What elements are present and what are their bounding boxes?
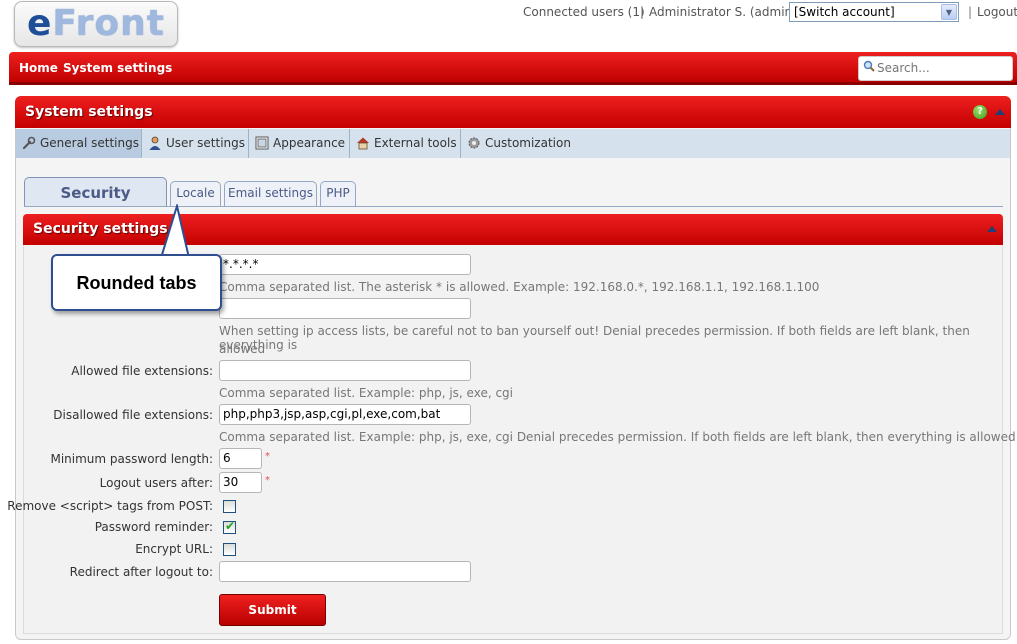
tab-external-tools[interactable]: External tools xyxy=(350,129,461,158)
disallowed-extensions-hint: Comma separated list. Example: php, js, … xyxy=(219,430,1016,444)
search-box[interactable] xyxy=(858,56,1013,81)
allowed-extensions-hint: Comma separated list. Example: php, js, … xyxy=(219,386,513,400)
allowed-ips-input[interactable]: *.*.*.* xyxy=(219,254,471,275)
tab-appearance[interactable]: Appearance xyxy=(249,129,350,158)
encrypt-url-label: Encrypt URL: xyxy=(135,542,213,556)
appearance-icon xyxy=(255,136,269,150)
encrypt-url-checkbox[interactable] xyxy=(223,543,236,556)
disallowed-extensions-input[interactable]: php,php3,jsp,asp,cgi,pl,exe,com,bat xyxy=(219,404,471,425)
remove-script-tags-label: Remove <script> tags from POST: xyxy=(7,499,213,513)
required-marker: * xyxy=(265,451,270,462)
panel-header xyxy=(15,96,1011,128)
section-collapse-icon[interactable] xyxy=(987,226,997,232)
gear-icon xyxy=(468,137,480,149)
redirect-after-logout-label: Redirect after logout to: xyxy=(69,565,213,579)
header-separator: | xyxy=(968,5,973,19)
disallowed-ips-hint: When setting ip access lists, be careful… xyxy=(219,324,970,352)
min-password-length-label: Minimum password length: xyxy=(50,452,213,466)
current-user-link[interactable]: Administrator S. (admin) xyxy=(649,5,797,19)
subtab-email-settings[interactable]: Email settings xyxy=(224,181,317,206)
password-reminder-checkbox[interactable]: ✔ xyxy=(223,519,236,534)
efront-logo[interactable]: eFront xyxy=(14,1,178,47)
subtab-locale[interactable]: Locale xyxy=(170,181,221,206)
search-input[interactable] xyxy=(877,61,1007,75)
logout-users-after-input[interactable]: 30 xyxy=(219,472,262,493)
subtab-security-settings[interactable]: Security settings xyxy=(24,177,167,232)
checkmark-icon: ✔ xyxy=(225,519,236,533)
collapse-icon[interactable] xyxy=(995,109,1005,115)
subtab-php[interactable]: PHP xyxy=(320,181,356,206)
callout-pointer xyxy=(159,204,191,258)
tab-general-settings[interactable]: General settings xyxy=(16,129,142,158)
disallowed-ips-hint-cont: allowed xyxy=(219,342,266,356)
logout-link[interactable]: Logout xyxy=(977,5,1017,19)
submit-button[interactable]: Submit xyxy=(219,594,326,626)
section-title: Security settings xyxy=(33,221,168,237)
chevron-down-icon: ▼ xyxy=(941,4,957,20)
nav-system-settings-link[interactable]: System settings xyxy=(63,61,172,75)
user-icon xyxy=(149,136,161,150)
allowed-extensions-input[interactable] xyxy=(219,360,471,381)
tab-user-settings[interactable]: User settings xyxy=(142,129,249,158)
disallowed-ips-input[interactable] xyxy=(219,298,471,319)
wrench-icon xyxy=(22,136,36,150)
switch-account-value: [Switch account] xyxy=(794,5,895,19)
rounded-tabs-callout: Rounded tabs xyxy=(51,254,222,311)
password-reminder-label: Password reminder: xyxy=(94,520,213,534)
disallowed-extensions-label: Disallowed file extensions: xyxy=(53,408,213,422)
help-icon[interactable]: ? xyxy=(973,105,987,119)
search-icon xyxy=(863,60,875,72)
allowed-ips-hint: Comma separated list. The asterisk * is … xyxy=(219,280,820,294)
logout-users-after-label: Logout users after: xyxy=(99,476,213,490)
connected-users-link[interactable]: Connected users (1) xyxy=(523,5,645,19)
required-marker: * xyxy=(265,475,270,486)
header-separator: | xyxy=(640,5,645,19)
switch-account-select[interactable]: [Switch account] ▼ xyxy=(789,2,959,22)
nav-home-link[interactable]: Home xyxy=(19,61,58,75)
min-password-length-input[interactable]: 6 xyxy=(219,448,262,469)
tab-customization[interactable]: Customization xyxy=(461,129,1010,158)
panel-title: System settings xyxy=(25,104,153,120)
remove-script-tags-checkbox[interactable] xyxy=(223,500,236,513)
redirect-after-logout-input[interactable] xyxy=(219,561,471,582)
house-icon xyxy=(357,137,369,150)
allowed-extensions-label: Allowed file extensions: xyxy=(71,364,213,378)
